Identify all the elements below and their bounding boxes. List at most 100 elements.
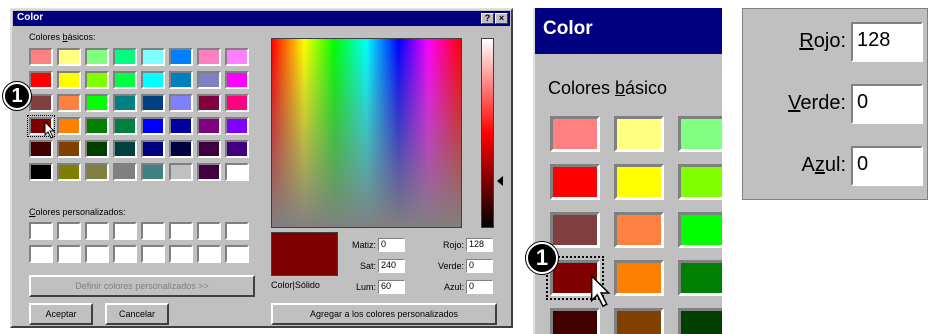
basic-color-swatch[interactable] (169, 140, 193, 158)
ok-button[interactable]: Aceptar (29, 303, 93, 325)
basic-color-swatch[interactable] (225, 163, 249, 181)
custom-color-swatch[interactable] (197, 245, 221, 263)
sat-field[interactable]: 240 (378, 259, 405, 273)
basic-color-swatch[interactable] (197, 71, 221, 89)
basic-color-swatch[interactable] (113, 140, 137, 158)
custom-color-swatch[interactable] (29, 222, 53, 240)
zoom-color-swatch[interactable] (614, 164, 664, 200)
basic-color-swatch[interactable] (29, 140, 53, 158)
luminance-bar[interactable] (481, 38, 494, 228)
basic-color-swatch[interactable] (57, 140, 81, 158)
zoom-red-label: Rojo: (799, 30, 846, 52)
basic-color-swatch[interactable] (29, 48, 53, 66)
basic-color-swatch[interactable] (225, 48, 249, 66)
basic-color-swatch[interactable] (225, 140, 249, 158)
basic-color-swatch[interactable] (57, 163, 81, 181)
basic-color-swatch[interactable] (225, 94, 249, 112)
help-button[interactable]: ? (481, 13, 494, 24)
basic-color-swatch[interactable] (141, 140, 165, 158)
zoom-color-swatch[interactable] (678, 116, 722, 152)
zoom-color-swatch[interactable] (678, 212, 722, 248)
custom-color-swatch[interactable] (141, 245, 165, 263)
custom-color-swatch[interactable] (85, 222, 109, 240)
basic-color-swatch[interactable] (225, 71, 249, 89)
custom-color-swatch[interactable] (197, 222, 221, 240)
custom-color-swatch[interactable] (29, 245, 53, 263)
basic-color-swatch[interactable] (169, 48, 193, 66)
add-custom-colors-button[interactable]: Agregar a los colores personalizados (271, 303, 497, 325)
zoom-green-field[interactable]: 0 (851, 84, 923, 124)
basic-color-swatch[interactable] (197, 140, 221, 158)
custom-color-swatch[interactable] (57, 222, 81, 240)
basic-color-swatch[interactable] (169, 94, 193, 112)
blue-field[interactable]: 0 (466, 280, 493, 294)
basic-color-swatch[interactable] (225, 117, 249, 135)
basic-color-swatch[interactable] (85, 71, 109, 89)
basic-color-swatch[interactable] (141, 94, 165, 112)
zoom-blue-field[interactable]: 0 (851, 146, 923, 186)
basic-color-swatch[interactable] (141, 163, 165, 181)
custom-color-swatch[interactable] (57, 245, 81, 263)
hue-field[interactable]: 0 (378, 238, 405, 252)
luminance-arrow-icon[interactable] (497, 175, 503, 186)
basic-color-swatch[interactable] (85, 140, 109, 158)
custom-color-swatch[interactable] (141, 222, 165, 240)
basic-color-swatch[interactable] (57, 94, 81, 112)
basic-color-swatch[interactable] (141, 117, 165, 135)
zoom-color-swatch[interactable] (678, 260, 722, 296)
basic-color-swatch[interactable] (113, 48, 137, 66)
custom-color-swatch[interactable] (169, 222, 193, 240)
lum-field[interactable]: 60 (378, 280, 405, 294)
zoom-color-swatch[interactable] (550, 164, 600, 200)
basic-colors-grid (27, 48, 249, 181)
basic-color-swatch[interactable] (141, 71, 165, 89)
basic-color-swatch[interactable] (57, 71, 81, 89)
zoom-color-swatch[interactable] (614, 116, 664, 152)
zoom-color-swatch[interactable] (550, 212, 600, 248)
red-field[interactable]: 128 (466, 238, 493, 252)
basic-color-swatch[interactable] (197, 117, 221, 135)
zoom-color-swatch[interactable] (614, 260, 664, 296)
basic-color-swatch[interactable] (113, 71, 137, 89)
basic-color-swatch[interactable] (57, 117, 81, 135)
zoom-red-field[interactable]: 128 (851, 22, 923, 62)
zoom-color-swatch[interactable] (678, 308, 722, 334)
basic-color-swatch[interactable] (85, 48, 109, 66)
basic-color-swatch[interactable] (113, 94, 137, 112)
basic-color-swatch[interactable] (169, 117, 193, 135)
basic-color-swatch[interactable] (29, 94, 53, 112)
hue-label: Matiz: (351, 240, 376, 250)
custom-color-swatch[interactable] (85, 245, 109, 263)
basic-color-swatch[interactable] (29, 71, 53, 89)
basic-color-swatch[interactable] (29, 163, 53, 181)
basic-color-swatch[interactable] (113, 117, 137, 135)
cancel-button[interactable]: Cancelar (105, 303, 169, 325)
basic-color-swatch[interactable] (169, 163, 193, 181)
custom-color-swatch[interactable] (113, 222, 137, 240)
zoom-color-swatch[interactable] (678, 164, 722, 200)
custom-color-swatch[interactable] (225, 222, 249, 240)
basic-color-swatch[interactable] (85, 163, 109, 181)
basic-color-swatch[interactable] (169, 71, 193, 89)
basic-color-swatch[interactable] (85, 117, 109, 135)
basic-color-swatch[interactable] (141, 48, 165, 66)
basic-color-swatch[interactable] (57, 48, 81, 66)
close-button[interactable]: × (495, 13, 508, 24)
basic-color-swatch[interactable] (197, 48, 221, 66)
basic-color-swatch[interactable] (197, 163, 221, 181)
custom-color-swatch[interactable] (113, 245, 137, 263)
basic-color-swatch[interactable] (113, 163, 137, 181)
custom-color-swatch[interactable] (225, 245, 249, 263)
define-custom-colors-button[interactable]: Definir colores personalizados >> (29, 275, 255, 297)
color-spectrum[interactable] (271, 38, 462, 228)
zoom-green-label: Verde: (788, 92, 846, 114)
basic-color-swatch[interactable] (197, 94, 221, 112)
zoom-color-swatch[interactable] (614, 212, 664, 248)
zoom-color-swatch[interactable] (614, 308, 664, 334)
custom-color-swatch[interactable] (169, 245, 193, 263)
green-field[interactable]: 0 (466, 259, 493, 273)
zoom-color-swatch[interactable] (550, 308, 600, 334)
zoom-color-swatch[interactable] (550, 116, 600, 152)
basic-color-swatch[interactable] (85, 94, 109, 112)
zoom-basic-colors: Color Colores básico (533, 8, 722, 334)
